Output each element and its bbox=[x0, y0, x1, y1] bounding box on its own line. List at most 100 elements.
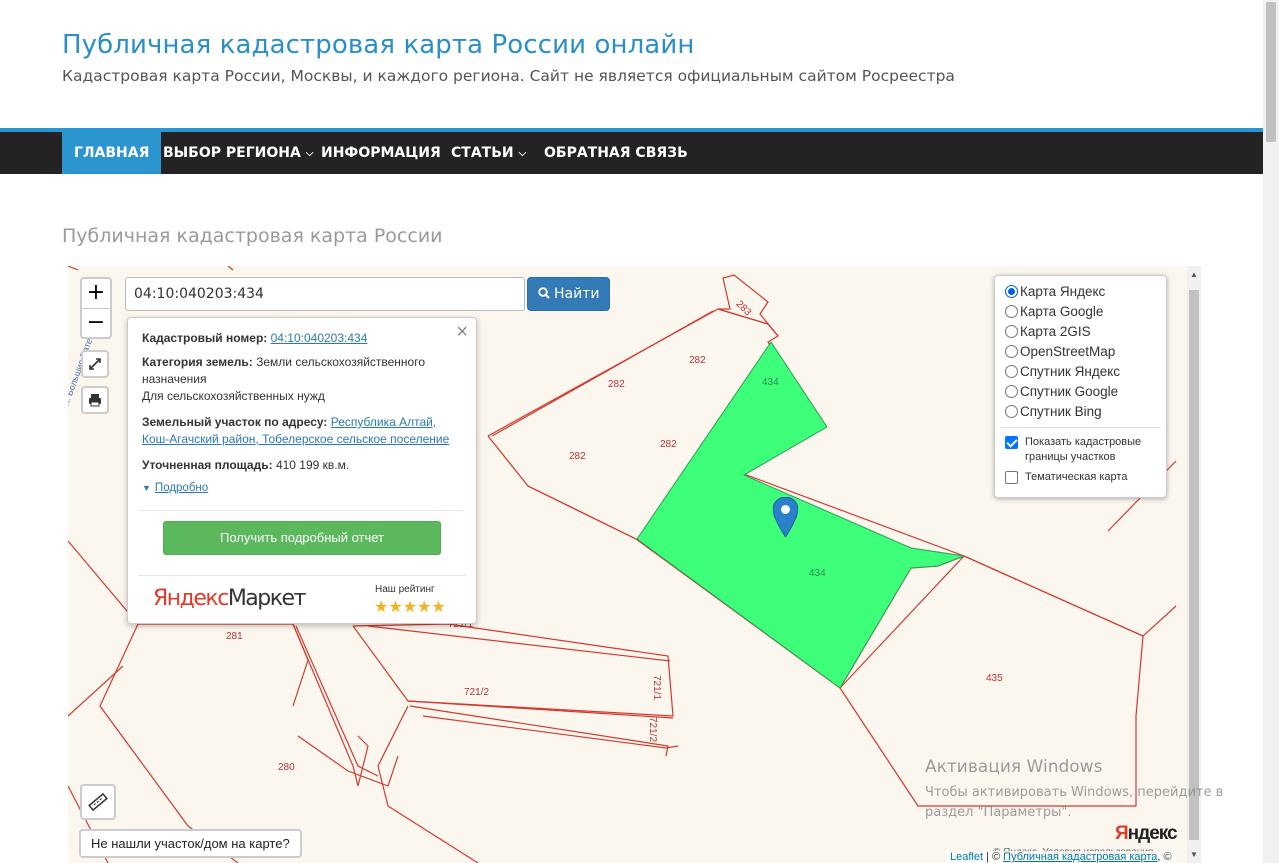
layer-label: OpenStreetMap bbox=[1020, 344, 1116, 359]
zoom-control: + − bbox=[80, 277, 112, 339]
layer-option-2gis-map[interactable]: Карта 2GIS bbox=[1005, 324, 1091, 344]
rating-stars-icon: ★★★★★ bbox=[374, 599, 446, 616]
checkbox-checked-icon[interactable] bbox=[1005, 436, 1018, 449]
print-button[interactable] bbox=[81, 386, 109, 414]
search-icon bbox=[537, 287, 550, 299]
site-title[interactable]: Публичная кадастровая карта России онлай… bbox=[62, 30, 694, 60]
radio-icon[interactable] bbox=[1005, 305, 1018, 318]
radio-selected-icon[interactable] bbox=[1005, 285, 1018, 298]
layer-option-osm[interactable]: OpenStreetMap bbox=[1005, 344, 1115, 364]
radio-icon[interactable] bbox=[1005, 385, 1018, 398]
land-use-value: Для сельскохозяйственных нужд bbox=[142, 389, 325, 403]
measure-button[interactable] bbox=[80, 784, 116, 820]
logo-part: ндекс bbox=[1127, 823, 1178, 844]
search-button[interactable]: Найти bbox=[527, 277, 610, 311]
page-scrollbar-thumb[interactable] bbox=[1266, 2, 1276, 142]
parcel-label: 721/2 bbox=[464, 687, 490, 698]
nav-item-label: ГЛАВНАЯ bbox=[74, 145, 150, 161]
rating-label: Наш рейтинг bbox=[375, 584, 435, 595]
leaflet-link[interactable]: Leaflet bbox=[950, 851, 983, 863]
logo-part: Я bbox=[1115, 823, 1129, 844]
more-details-label[interactable]: Подробно bbox=[155, 482, 208, 494]
caret-down-icon: ▼ bbox=[142, 483, 151, 493]
nav-item-label: ИНФОРМАЦИЯ bbox=[321, 145, 441, 161]
layer-option-yandex-satellite[interactable]: Спутник Яндекс bbox=[1005, 364, 1120, 384]
activation-line-2: раздел "Параметры". bbox=[925, 805, 1072, 820]
parcel-label: 282 bbox=[689, 355, 706, 366]
address-label: Земельный участок по адресу: bbox=[142, 415, 328, 429]
parcel-label: 282 bbox=[569, 451, 586, 462]
site-header: Публичная кадастровая карта России онлай… bbox=[0, 0, 1279, 128]
parcel-label: 721/2 bbox=[647, 716, 659, 743]
layer-option-yandex-map[interactable]: Карта Яндекс bbox=[1005, 284, 1105, 304]
parcel-label: 434 bbox=[762, 377, 779, 388]
not-found-button[interactable]: Не нашли участок/дом на карте? bbox=[79, 829, 302, 858]
nav-item-articles[interactable]: СТАТЬИ ⌵ bbox=[439, 132, 538, 174]
attribution-separator: | © bbox=[983, 851, 1004, 863]
parcel-label: 435 bbox=[986, 673, 1003, 684]
land-category-row: Категория земель: Земли сельскохозяйстве… bbox=[142, 354, 462, 405]
get-report-button[interactable]: Получить подробный отчет bbox=[163, 521, 441, 555]
area-row: Уточненная площадь: 410 199 кв.м. bbox=[142, 457, 462, 474]
address-row: Земельный участок по адресу: Республика … bbox=[142, 414, 462, 448]
activation-line-1: Чтобы активировать Windows, перейдите в bbox=[925, 785, 1224, 800]
expand-icon bbox=[89, 358, 101, 370]
nav-item-label: ВЫБОР РЕГИОНА bbox=[163, 145, 301, 161]
land-category-label: Категория земель: bbox=[142, 355, 253, 369]
ruler-icon bbox=[88, 792, 108, 812]
layer-option-google-map[interactable]: Карта Google bbox=[1005, 304, 1103, 324]
nav-item-feedback[interactable]: ОБРАТНАЯ СВЯЗЬ bbox=[532, 132, 700, 174]
logo-part: Яндекс bbox=[153, 586, 229, 611]
layer-label: Спутник Google bbox=[1020, 384, 1119, 399]
radio-icon[interactable] bbox=[1005, 325, 1018, 338]
page-title: Публичная кадастровая карта России bbox=[62, 225, 443, 247]
layer-label: Карта 2GIS bbox=[1020, 324, 1091, 339]
cadastral-number-link[interactable]: 04:10:040203:434 bbox=[271, 331, 368, 345]
layer-switcher: Карта Яндекс Карта Google Карта 2GIS Ope… bbox=[994, 275, 1167, 498]
more-details-link[interactable]: ▼ Подробно bbox=[142, 482, 208, 494]
zoom-in-button[interactable]: + bbox=[82, 279, 110, 308]
divider bbox=[138, 575, 466, 576]
radio-icon[interactable] bbox=[1005, 345, 1018, 358]
cadastral-search-input[interactable] bbox=[125, 277, 525, 311]
parcel-label: 282 bbox=[608, 379, 625, 390]
parcel-label: 282 bbox=[660, 439, 677, 450]
overlay-label: Тематическая карта bbox=[1025, 471, 1128, 483]
nav-item-label: СТАТЬИ bbox=[451, 145, 514, 161]
yandex-logo[interactable]: Яндекс bbox=[1115, 823, 1178, 845]
scroll-down-icon[interactable]: ▼ bbox=[1189, 849, 1199, 861]
layer-option-google-satellite[interactable]: Спутник Google bbox=[1005, 384, 1118, 404]
layer-option-bing-satellite[interactable]: Спутник Bing bbox=[1005, 404, 1102, 424]
nav-item-info[interactable]: ИНФОРМАЦИЯ bbox=[309, 132, 453, 174]
parcel-info-popup: × Кадастровый номер: 04:10:040203:434 Ка… bbox=[127, 317, 477, 624]
parcel-label: 721/1 bbox=[651, 674, 663, 701]
cadastral-number-label: Кадастровый номер: bbox=[142, 331, 268, 345]
checkbox-icon[interactable] bbox=[1005, 471, 1018, 484]
divider bbox=[1001, 427, 1161, 428]
overlay-thematic-map[interactable]: Тематическая карта bbox=[1005, 471, 1127, 487]
parcel-label: 434 bbox=[809, 568, 826, 579]
scroll-up-icon[interactable]: ▲ bbox=[1189, 269, 1199, 281]
main-navigation: ГЛАВНАЯ ВЫБОР РЕГИОНА ⌵ ИНФОРМАЦИЯ СТАТЬИ… bbox=[0, 132, 1263, 174]
zoom-out-button[interactable]: − bbox=[82, 308, 110, 337]
yandex-market-logo[interactable]: ЯндексМаркет bbox=[153, 586, 307, 611]
radio-icon[interactable] bbox=[1005, 405, 1018, 418]
overlay-label: Показать кадастровые границы участков bbox=[1025, 436, 1142, 463]
nav-item-region[interactable]: ВЫБОР РЕГИОНА ⌵ bbox=[151, 132, 325, 174]
overlay-cadastral-borders[interactable]: Показать кадастровые границы участков bbox=[1005, 436, 1141, 463]
radio-icon[interactable] bbox=[1005, 365, 1018, 378]
site-link[interactable]: Публичная кадастровая карта bbox=[1003, 851, 1157, 863]
nav-item-home[interactable]: ГЛАВНАЯ bbox=[62, 132, 162, 174]
page-scrollbar[interactable] bbox=[1263, 0, 1279, 863]
location-marker-icon[interactable] bbox=[773, 497, 798, 537]
nav-item-label: ОБРАТНАЯ СВЯЗЬ bbox=[544, 145, 688, 161]
layer-label: Спутник Bing bbox=[1020, 404, 1102, 419]
layer-label: Карта Яндекс bbox=[1020, 284, 1106, 299]
windows-activation-watermark: Активация Windows Чтобы активировать Win… bbox=[925, 757, 1223, 823]
print-icon bbox=[89, 394, 101, 407]
divider bbox=[138, 510, 463, 511]
parcel-label: 280 bbox=[278, 762, 295, 773]
logo-part: Маркет bbox=[227, 586, 307, 611]
fullscreen-button[interactable] bbox=[81, 350, 109, 378]
map-attribution: Leaflet | © Публичная кадастровая карта,… bbox=[946, 851, 1176, 863]
